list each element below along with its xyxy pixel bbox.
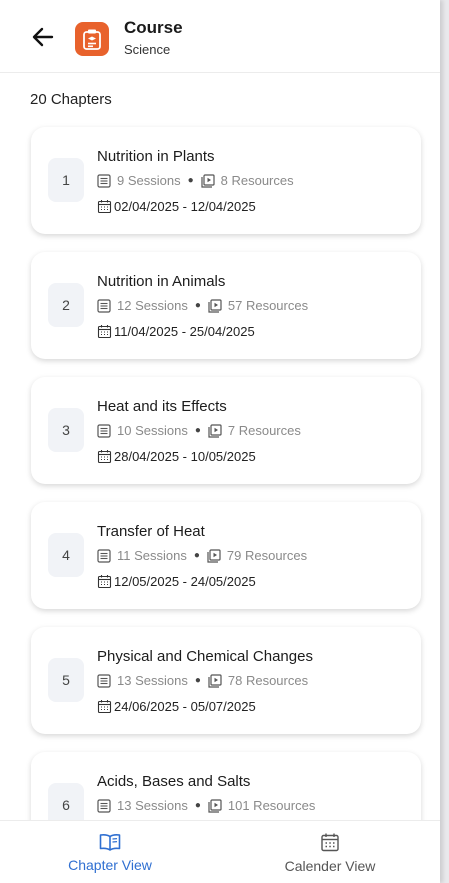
chapter-meta: 13 Sessions ● 101 Resources [97,798,315,813]
chapter-card[interactable]: 5 Physical and Chemical Changes 13 Sessi… [31,627,421,734]
tab-chapter-view-label: Chapter View [68,856,152,873]
chapter-number: 1 [48,158,84,202]
chapter-number: 5 [48,658,84,702]
tab-calendar-view-label: Calender View [284,857,376,874]
date-range: 28/04/2025 - 10/05/2025 [114,449,256,464]
calendar-icon [97,450,112,464]
sessions-count: 10 Sessions [117,423,188,438]
resources-count: 101 Resources [227,798,316,813]
chapter-dates: 28/04/2025 - 10/05/2025 [97,449,256,464]
date-range: 24/06/2025 - 05/07/2025 [114,699,256,714]
chapter-number: 4 [48,533,84,577]
chapter-dates: 02/04/2025 - 12/04/2025 [97,199,256,214]
resources-icon [208,298,222,313]
resources-icon [208,423,222,438]
resources-icon [207,548,221,563]
date-range: 11/04/2025 - 25/04/2025 [114,324,255,339]
chapter-card[interactable]: 1 Nutrition in Plants 9 Sessions ● 8 Res… [31,127,421,234]
chapter-dates: 24/06/2025 - 05/07/2025 [97,699,256,714]
sessions-icon [97,423,111,438]
sessions-count: 11 Sessions [117,548,187,563]
chapter-card[interactable]: 3 Heat and its Effects 10 Sessions ● 7 R… [31,377,421,484]
chapter-meta: 10 Sessions ● 7 Resources [97,423,301,438]
chapter-number: 6 [48,783,84,820]
chapter-list: 1 Nutrition in Plants 9 Sessions ● 8 Res… [0,118,440,820]
chapter-card[interactable]: 2 Nutrition in Animals 12 Sessions ● 57 … [31,252,421,359]
course-subject: Science [124,42,171,57]
back-arrow-icon [32,27,54,47]
app-header: Course Science [0,0,440,73]
chapter-meta: 12 Sessions ● 57 Resources [97,298,308,313]
sessions-count: 12 Sessions [117,298,188,313]
calendar-icon [97,700,112,714]
bottom-navigation: Chapter View Calender View [0,820,440,883]
date-range: 12/05/2025 - 24/05/2025 [114,574,256,589]
chapter-meta: 11 Sessions ● 79 Resources [97,548,307,563]
chapter-count: 20 Chapters [30,91,112,108]
resources-icon [208,798,222,813]
app-screen: Course Science 20 Chapters 1 Nutrition i… [0,0,440,883]
chapter-meta: 9 Sessions ● 8 Resources [97,173,294,188]
calendar-icon [321,833,339,851]
calendar-icon [97,575,112,589]
resources-icon [201,173,215,188]
chapter-dates: 11/04/2025 - 25/04/2025 [97,324,255,339]
separator-dot: ● [193,550,200,561]
chapter-title: Nutrition in Animals [97,273,226,290]
chapter-number: 2 [48,283,84,327]
resources-count: 7 Resources [227,423,301,438]
separator-dot: ● [194,300,201,311]
resources-count: 57 Resources [227,298,309,313]
resources-count: 8 Resources [220,173,294,188]
separator-dot: ● [187,175,194,186]
sessions-icon [97,298,111,313]
page-title: Course [124,18,183,37]
chapter-title: Heat and its Effects [97,398,227,415]
chapter-title: Physical and Chemical Changes [97,648,313,665]
chapter-number: 3 [48,408,84,452]
tab-calendar-view[interactable]: Calender View [220,821,440,883]
course-icon [75,22,109,56]
resources-count: 78 Resources [227,673,309,688]
sessions-icon [97,548,111,563]
book-icon [99,833,121,851]
tab-chapter-view[interactable]: Chapter View [0,821,220,883]
chapter-card[interactable]: 4 Transfer of Heat 11 Sessions ● 79 Reso… [31,502,421,609]
calendar-icon [97,200,112,214]
back-button[interactable] [30,24,56,50]
sessions-icon [97,798,111,813]
sessions-icon [97,173,111,188]
separator-dot: ● [194,425,201,436]
chapter-dates: 12/05/2025 - 24/05/2025 [97,574,256,589]
sessions-count: 13 Sessions [117,798,188,813]
chapter-meta: 13 Sessions ● 78 Resources [97,673,308,688]
resources-icon [208,673,222,688]
chapter-title: Nutrition in Plants [97,148,215,165]
separator-dot: ● [194,800,201,811]
sessions-icon [97,673,111,688]
sessions-count: 9 Sessions [117,173,181,188]
chapter-title: Acids, Bases and Salts [97,773,251,790]
resources-count: 79 Resources [226,548,308,563]
chapter-card[interactable]: 6 Acids, Bases and Salts 13 Sessions ● 1… [31,752,421,820]
sessions-count: 13 Sessions [117,673,188,688]
calendar-icon [97,325,112,339]
chapter-title: Transfer of Heat [97,523,205,540]
date-range: 02/04/2025 - 12/04/2025 [114,199,256,214]
separator-dot: ● [194,675,201,686]
